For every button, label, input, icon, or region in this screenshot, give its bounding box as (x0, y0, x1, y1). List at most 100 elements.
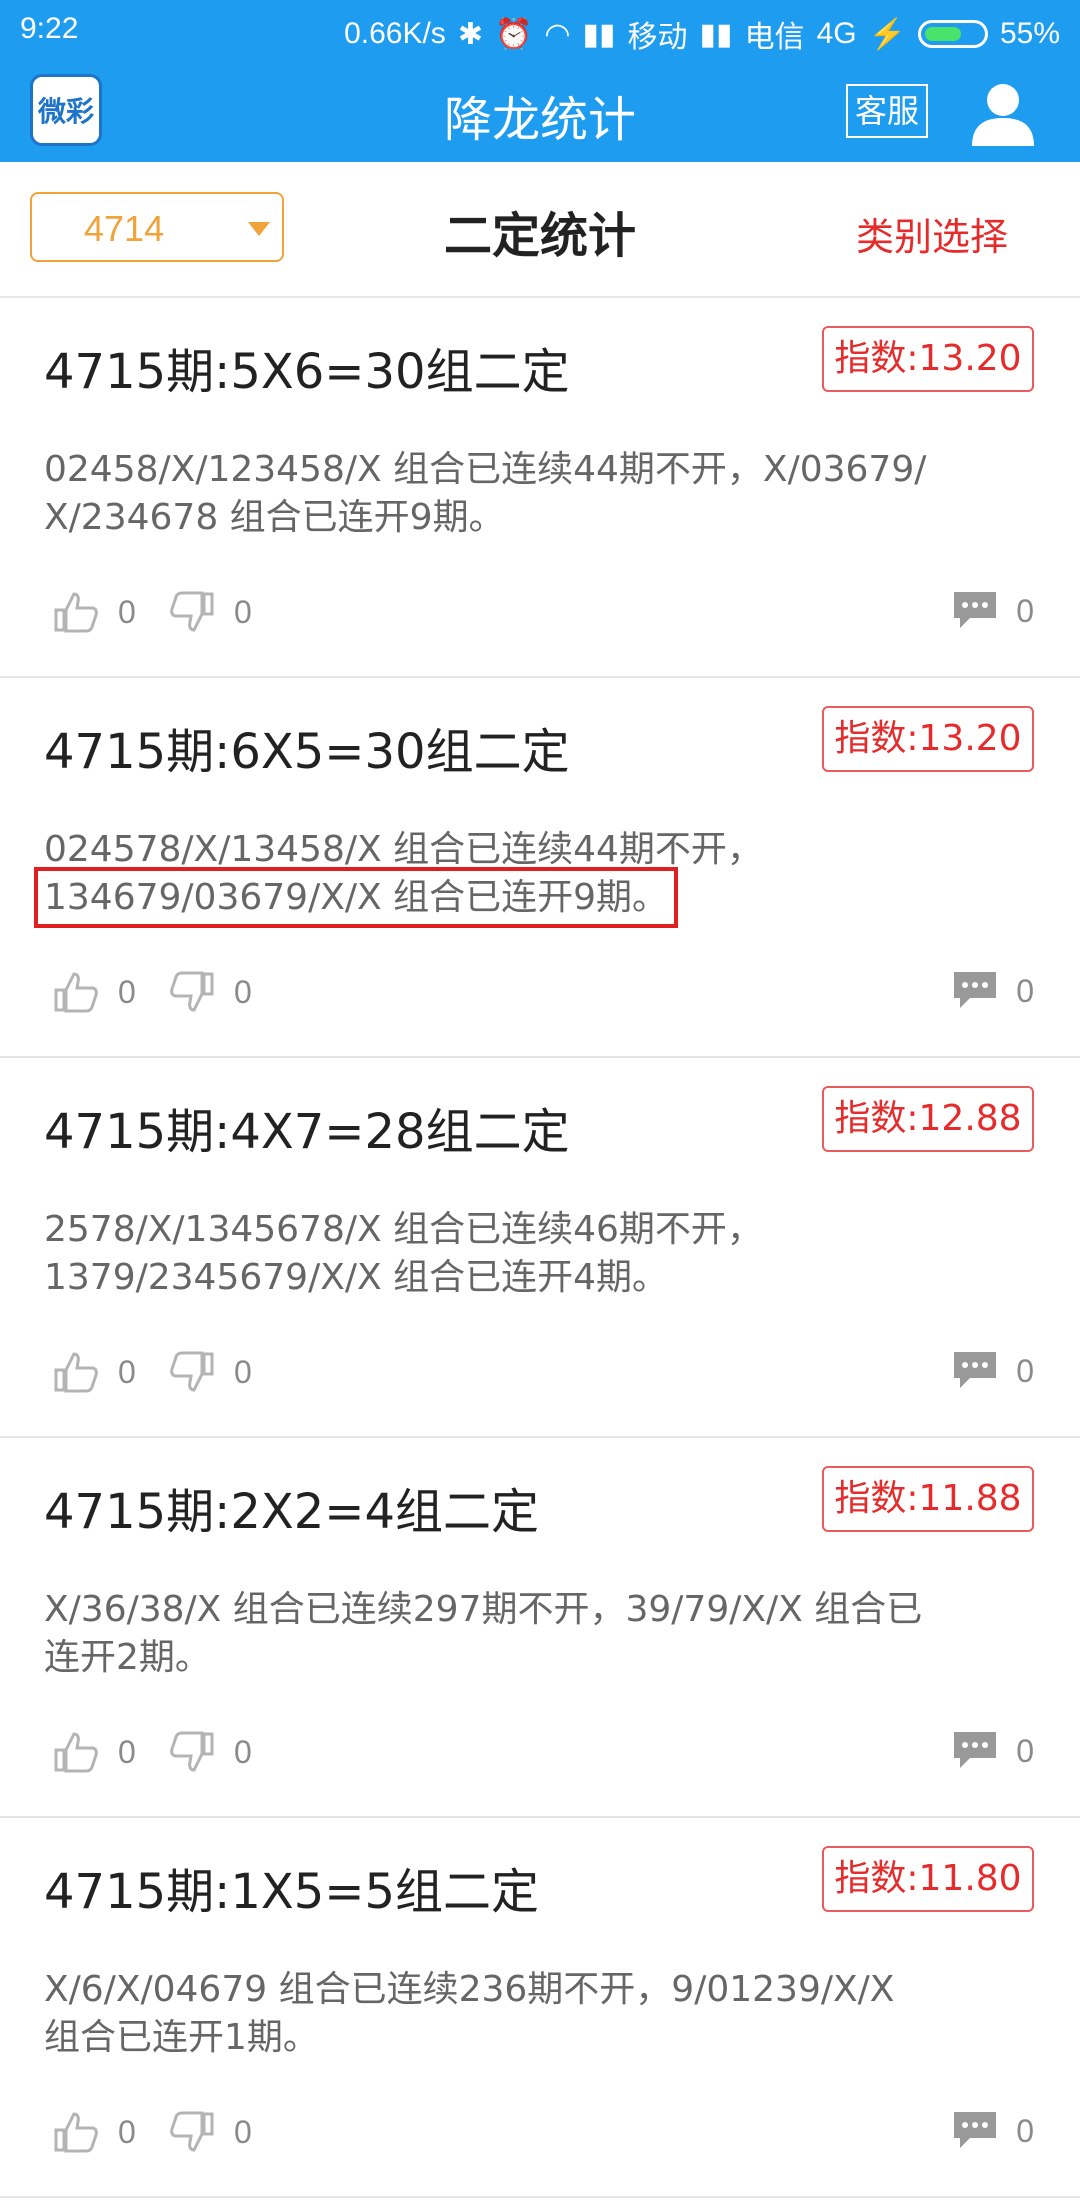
thumbs-up-icon (54, 972, 98, 1013)
item-description: 02458/X/123458/X 组合已连续44期不开，X/03679/ X/2… (44, 446, 1034, 542)
battery-percent: 55% (999, 17, 1060, 50)
dislike-count: 0 (234, 973, 252, 1010)
comment-button[interactable]: 0 (952, 1350, 1034, 1392)
comment-icon (954, 972, 997, 1008)
thumbs-up-icon (54, 2112, 98, 2153)
item-description: 2578/X/1345678/X 组合已连续46期不开， 1379/234567… (44, 1206, 1034, 1302)
index-badge: 指数:13.20 (822, 326, 1034, 392)
dislike-count: 0 (234, 1733, 252, 1770)
network-speed: 0.66K/s (344, 17, 446, 50)
desc-line-2: 连开2期。 (44, 1637, 211, 1678)
comment-icon (954, 1732, 997, 1768)
like-count: 0 (118, 1353, 136, 1390)
desc-line-1: 024578/X/13458/X 组合已连续44期不开， (44, 829, 763, 870)
index-badge: 指数:12.88 (822, 1086, 1034, 1152)
item-title: 4715期:5X6=30组二定 (44, 344, 570, 400)
item-actions: 0 0 0 (44, 1350, 1034, 1398)
dislike-button[interactable]: 0 (168, 2110, 252, 2154)
list-item[interactable]: 4715期:1X5=5组二定 指数:11.80 X/6/X/04679 组合已连… (0, 1818, 1080, 2198)
like-count: 0 (118, 2113, 136, 2150)
category-select-button[interactable]: 类别选择 (856, 206, 1008, 261)
comment-count: 0 (1016, 972, 1034, 1009)
comment-button[interactable]: 0 (952, 970, 1034, 1012)
network-type: 4G (816, 17, 857, 50)
wifi-icon: ◠ (544, 17, 571, 51)
comment-button[interactable]: 0 (952, 590, 1034, 632)
desc-line-2: X/234678 组合已连开9期。 (44, 497, 505, 538)
signal-icon: ▮▮ (582, 17, 616, 51)
item-actions: 0 0 0 (44, 590, 1034, 638)
comment-count: 0 (1016, 2112, 1034, 2149)
thumbs-down-icon (170, 2111, 214, 2152)
list-item[interactable]: 4715期:4X7=28组二定 指数:12.88 2578/X/1345678/… (0, 1058, 1080, 1438)
comment-count: 0 (1016, 1732, 1034, 1769)
item-title: 4715期:4X7=28组二定 (44, 1104, 570, 1160)
status-time: 9:22 (20, 12, 79, 45)
like-count: 0 (118, 1733, 136, 1770)
comment-count: 0 (1016, 592, 1034, 629)
thumbs-up-icon (54, 592, 98, 633)
item-description: X/36/38/X 组合已连续297期不开，39/79/X/X 组合已 连开2期… (44, 1586, 1034, 1682)
like-count: 0 (118, 593, 136, 630)
item-actions: 0 0 0 (44, 2110, 1034, 2158)
like-button[interactable]: 0 (52, 1730, 136, 1774)
carrier-2: 电信 (744, 21, 805, 54)
dislike-button[interactable]: 0 (168, 1350, 252, 1394)
comment-icon (954, 2112, 997, 2148)
alarm-icon: ⏰ (494, 17, 533, 51)
desc-line-2: 组合已连开1期。 (44, 2017, 319, 2058)
comment-button[interactable]: 0 (952, 1730, 1034, 1772)
thumbs-up-icon (54, 1732, 98, 1773)
charging-icon: ⚡ (868, 17, 906, 51)
like-button[interactable]: 0 (52, 2110, 136, 2154)
desc-line-1: X/36/38/X 组合已连续297期不开，39/79/X/X 组合已 (44, 1589, 923, 1630)
comment-button[interactable]: 0 (952, 2110, 1034, 2152)
comment-icon (954, 1352, 997, 1388)
filter-toolbar: 4714 二定统计 类别选择 (0, 162, 1080, 298)
item-actions: 0 0 0 (44, 970, 1034, 1018)
thumbs-up-icon (54, 1352, 98, 1393)
like-button[interactable]: 0 (52, 1350, 136, 1394)
comment-count: 0 (1016, 1352, 1034, 1389)
desc-line-2-highlighted: 134679/03679/X/X 组合已连开9期。 (33, 867, 679, 928)
comment-icon (954, 592, 997, 628)
list-item[interactable]: 4715期:2X2=4组二定 指数:11.88 X/36/38/X 组合已连续2… (0, 1438, 1080, 1818)
thumbs-down-icon (170, 971, 214, 1012)
like-button[interactable]: 0 (52, 590, 136, 634)
dislike-button[interactable]: 0 (168, 970, 252, 1014)
app-bar: 微彩 降龙统计 客服 (0, 62, 1080, 162)
signal-icon-2: ▮▮ (699, 17, 733, 51)
item-title: 4715期:1X5=5组二定 (44, 1864, 540, 1920)
status-right: 0.66K/s ✱ ⏰ ◠ ▮▮ 移动 ▮▮ 电信 4G ⚡ 55% (344, 12, 1060, 56)
status-bar: 9:22 0.66K/s ✱ ⏰ ◠ ▮▮ 移动 ▮▮ 电信 4G ⚡ 55% (0, 0, 1080, 62)
list-item[interactable]: 4715期:5X6=30组二定 指数:13.20 02458/X/123458/… (0, 298, 1080, 678)
customer-service-button[interactable]: 客服 (846, 84, 928, 138)
desc-line-1: X/6/X/04679 组合已连续236期不开，9/01239/X/X (44, 1969, 895, 2010)
list-item[interactable]: 4715期:6X5=30组二定 指数:13.20 024578/X/13458/… (0, 678, 1080, 1058)
desc-line-2: 1379/2345679/X/X 组合已连开4期。 (44, 1257, 669, 1298)
index-badge: 指数:11.80 (822, 1846, 1034, 1912)
item-actions: 0 0 0 (44, 1730, 1034, 1778)
battery-icon (917, 20, 988, 48)
index-badge: 指数:13.20 (822, 706, 1034, 772)
dislike-count: 0 (234, 1353, 252, 1390)
like-count: 0 (118, 973, 136, 1010)
dislike-count: 0 (234, 593, 252, 630)
bluetooth-icon: ✱ (457, 17, 483, 51)
dislike-button[interactable]: 0 (168, 1730, 252, 1774)
item-title: 4715期:2X2=4组二定 (44, 1484, 540, 1540)
like-button[interactable]: 0 (52, 970, 136, 1014)
item-description: 024578/X/13458/X 组合已连续44期不开， 134679/0367… (33, 826, 1034, 928)
carrier-1: 移动 (627, 21, 688, 54)
desc-line-1: 2578/X/1345678/X 组合已连续46期不开， (44, 1209, 763, 1250)
stats-list: 4715期:5X6=30组二定 指数:13.20 02458/X/123458/… (0, 298, 1080, 2198)
thumbs-down-icon (170, 591, 214, 632)
thumbs-down-icon (170, 1731, 214, 1772)
index-badge: 指数:11.88 (822, 1466, 1034, 1532)
dislike-count: 0 (234, 2113, 252, 2150)
thumbs-down-icon (170, 1351, 214, 1392)
item-description: X/6/X/04679 组合已连续236期不开，9/01239/X/X 组合已连… (44, 1966, 1034, 2062)
desc-line-1: 02458/X/123458/X 组合已连续44期不开，X/03679/ (44, 449, 927, 490)
dislike-button[interactable]: 0 (168, 590, 252, 634)
user-profile-icon[interactable] (966, 76, 1040, 150)
